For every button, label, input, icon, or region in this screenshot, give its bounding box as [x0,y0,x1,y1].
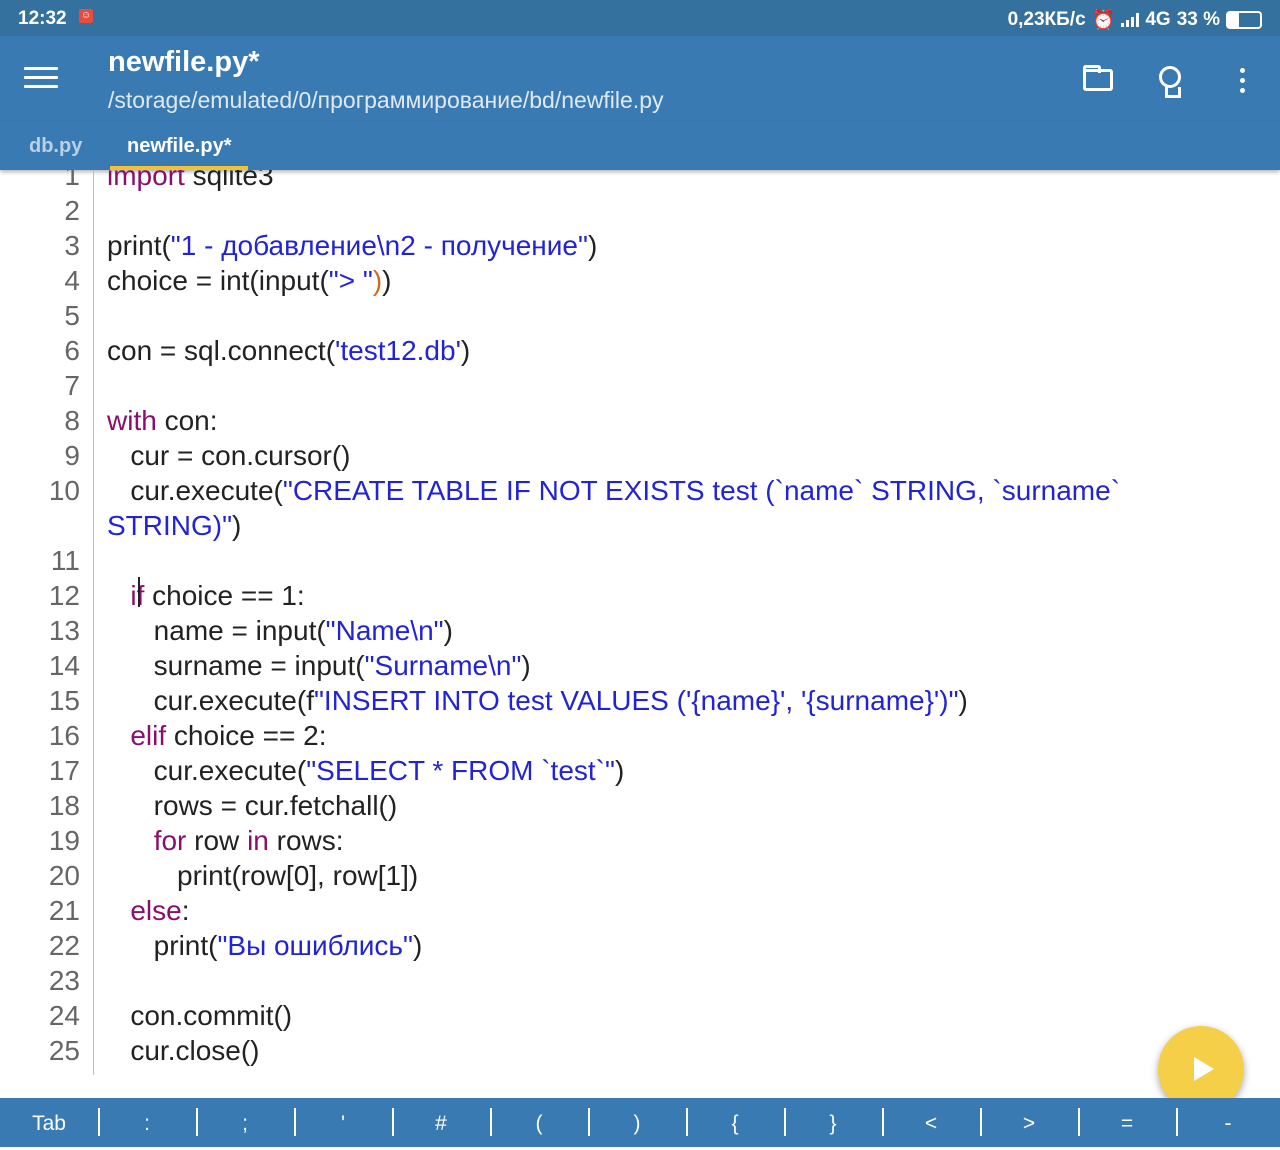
code-text: if choice == 1: [130,580,305,611]
line-number: 11 [50,545,80,576]
code-text: surname = input("Surname\n") [107,650,531,681]
key-9[interactable]: < [882,1098,980,1147]
lightbulb-icon[interactable] [1150,60,1190,100]
line-number: 14 [48,650,80,681]
line-number: 16 [48,720,80,751]
line-number: 8 [64,405,80,436]
key-6[interactable]: ) [588,1098,686,1147]
line-number: 23 [48,965,80,996]
key-3[interactable]: ' [294,1098,392,1147]
tab-newfile-py[interactable]: newfile.py* [110,122,249,170]
code-text: with con: [107,405,218,436]
extra-keys-bar: Tab:; ' #(){} < > = - [0,1098,1280,1147]
code-text: cur.execute("CREATE TABLE IF NOT EXISTS … [107,475,1121,506]
alarm-icon: ⏰ [1091,10,1116,31]
line-number: 15 [48,685,80,716]
code-text: STRING)") [107,510,242,541]
line-number: 9 [64,440,80,471]
battery-percent: 33 % [1176,9,1220,30]
key-5[interactable]: ( [490,1098,588,1147]
key-12[interactable]: - [1176,1098,1280,1147]
text-cursor [138,577,140,607]
key-10[interactable]: > [980,1098,1078,1147]
folder-icon[interactable] [1078,60,1118,100]
line-number: 21 [48,895,80,926]
code-text: cur.close() [107,1035,260,1066]
code-text: for row in rows: [153,825,344,856]
code-text: cur.execute("SELECT * FROM `test`") [107,755,625,786]
key-8[interactable]: } [784,1098,882,1147]
code-text: else: [130,895,190,926]
line-number: 10 [48,475,80,506]
line-number: 5 [64,300,80,331]
battery-icon [1226,11,1262,29]
signal-icon [1121,13,1140,27]
play-icon [1194,1057,1214,1081]
line-number: 24 [48,1000,80,1031]
code-text: print(row[0], row[1]) [107,860,419,891]
tab-db-py[interactable]: db.py [29,122,82,170]
status-time: 12:32 [18,8,67,29]
key-0[interactable]: Tab [0,1098,98,1147]
menu-icon[interactable] [24,63,58,93]
network-type: 4G [1145,9,1171,30]
network-speed: 0,23КБ/с [1007,9,1086,30]
code-text: name = input("Name\n") [107,615,453,646]
app-bar: newfile.py* /storage/emulated/0/программ… [0,36,1280,122]
line-number: 22 [48,930,80,961]
code-text: choice = int(input("> ")) [107,265,392,296]
code-text: rows = cur.fetchall() [107,790,398,821]
code-text: con = sql.connect('test12.db') [107,335,471,366]
line-number: 2 [64,195,80,226]
key-2[interactable]: ; [196,1098,294,1147]
line-number: 19 [48,825,80,856]
gutter-divider [93,170,94,1075]
line-number: 13 [48,615,80,646]
line-number: 4 [64,265,80,296]
key-4[interactable]: # [392,1098,490,1147]
line-number: 25 [48,1035,80,1066]
file-path: /storage/emulated/0/программирование/bd/… [108,87,664,113]
key-7[interactable]: { [686,1098,784,1147]
code-text: print("1 - добавление\n2 - получение") [107,230,598,261]
code-editor[interactable]: 1 import sqlite3 2 3 print("1 - добавление\n… [0,170,1280,1098]
line-number: 20 [48,860,80,891]
tab-bar: db.py newfile.py* [0,122,1280,170]
code-text: print("Вы ошиблись") [107,930,423,961]
line-number: 7 [64,370,80,401]
notification-icon: ☺ [79,9,93,23]
file-title: newfile.py* [108,46,260,78]
line-number: 3 [64,230,80,261]
line-number: 17 [48,755,80,786]
code-text: elif choice == 2: [130,720,327,751]
code-text: cur = con.cursor() [107,440,351,471]
key-1[interactable]: : [98,1098,196,1147]
line-number: 1 [64,170,80,191]
more-options-icon[interactable] [1222,60,1262,100]
status-bar: 12:32 ☺ 0,23КБ/с ⏰ 4G 33 % [0,0,1280,36]
code-text: cur.execute(f"INSERT INTO test VALUES ('… [107,685,968,716]
line-number: 18 [48,790,80,821]
code-text: import sqlite3 [107,170,274,191]
code-text: con.commit() [107,1000,293,1031]
line-number: 6 [64,335,80,366]
status-right: 0,23КБ/с ⏰ 4G 33 % [1008,8,1262,32]
line-number: 12 [48,580,80,611]
key-11[interactable]: = [1078,1098,1176,1147]
